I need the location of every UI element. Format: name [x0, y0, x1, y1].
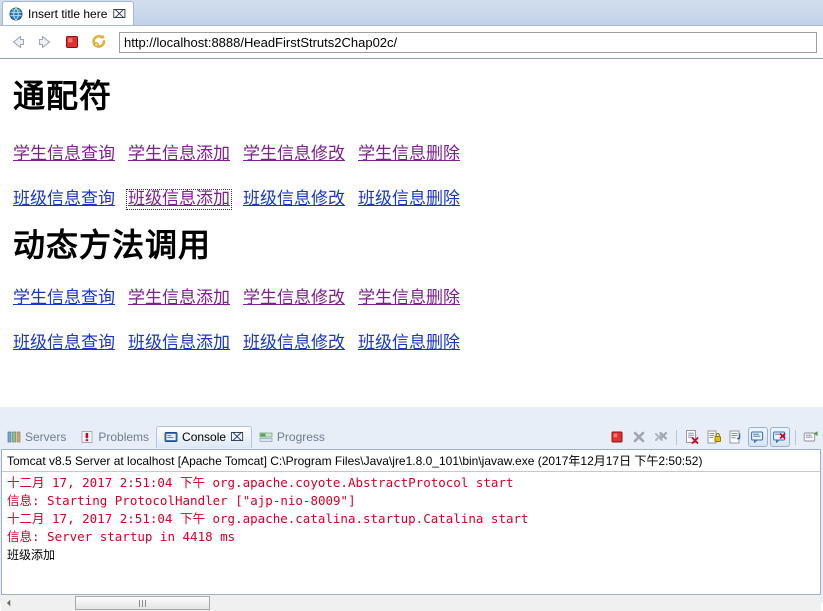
close-icon[interactable]: ⌧: [112, 8, 126, 20]
grip-line: [139, 599, 140, 607]
link-wildcard-student-add[interactable]: 学生信息添加: [128, 145, 230, 163]
console-view-part: Servers Problems Console ⌧ Progress Tomc…: [0, 419, 823, 611]
editor-tab-strip: Insert title here ⌧: [0, 0, 823, 25]
link-dmi-student-add[interactable]: 学生信息添加: [128, 290, 230, 307]
console-toolbar: [607, 425, 821, 449]
refresh-icon[interactable]: [89, 32, 109, 52]
link-dmi-class-delete[interactable]: 班级信息删除: [358, 335, 460, 352]
link-row-wildcard-student: 学生信息查询 学生信息添加 学生信息修改 学生信息删除: [13, 145, 815, 163]
editor-tab-label: Insert title here: [28, 6, 108, 21]
link-row-dmi-student: 学生信息查询 学生信息添加 学生信息修改 学生信息删除: [13, 290, 815, 307]
console-log-line: 信息: Server startup in 4418 ms: [7, 529, 236, 544]
scroll-left-icon[interactable]: [1, 595, 17, 611]
tab-problems-label: Problems: [98, 430, 150, 444]
link-wildcard-student-update[interactable]: 学生信息修改: [243, 145, 345, 163]
eclipse-window: Insert title here ⌧ http://localhost:888…: [0, 0, 823, 611]
editor-console-sash[interactable]: [0, 407, 823, 419]
scrollbar-thumb[interactable]: [75, 596, 210, 610]
toolbar-separator: [676, 429, 677, 445]
url-input[interactable]: [119, 31, 817, 53]
link-wildcard-class-delete[interactable]: 班级信息删除: [358, 190, 460, 208]
page-heading-wildcard: 通配符: [13, 77, 113, 115]
console-log-line: 信息: Starting ProtocolHandler ["ajp-nio-8…: [7, 493, 356, 508]
tab-progress-label: Progress: [276, 430, 325, 444]
link-wildcard-class-query[interactable]: 班级信息查询: [13, 190, 115, 208]
close-icon[interactable]: ⌧: [230, 431, 244, 443]
browser-toolbar: [0, 25, 823, 58]
console-log-line: 十二月 17, 2017 2:51:04 下午 org.apache.coyot…: [7, 475, 514, 490]
link-row-wildcard-class: 班级信息查询 班级信息添加 班级信息修改 班级信息删除: [13, 188, 815, 210]
console-horizontal-scrollbar[interactable]: [1, 595, 821, 611]
remove-all-terminated-button[interactable]: [651, 427, 671, 447]
tab-progress[interactable]: Progress: [252, 426, 332, 448]
toolbar-separator: [795, 429, 796, 445]
console-log-line: 班级添加: [7, 548, 56, 562]
pin-console-button[interactable]: [748, 427, 768, 447]
progress-icon: [259, 430, 273, 444]
back-icon[interactable]: [8, 32, 28, 52]
problems-icon: [80, 430, 94, 444]
link-row-dmi-class: 班级信息查询 班级信息添加 班级信息修改 班级信息删除: [13, 335, 815, 352]
open-console-button[interactable]: [801, 427, 821, 447]
grip-line: [142, 599, 143, 607]
link-dmi-class-update[interactable]: 班级信息修改: [243, 335, 345, 352]
console-log-lines: 十二月 17, 2017 2:51:04 下午 org.apache.coyot…: [2, 472, 820, 564]
servers-icon: [7, 430, 21, 444]
link-wildcard-student-delete[interactable]: 学生信息删除: [358, 145, 460, 163]
link-dmi-class-add[interactable]: 班级信息添加: [128, 335, 230, 352]
console-output-area[interactable]: Tomcat v8.5 Server at localhost [Apache …: [1, 449, 821, 595]
tab-servers[interactable]: Servers: [0, 426, 73, 448]
tab-console[interactable]: Console ⌧: [156, 426, 252, 448]
globe-icon: [9, 7, 23, 21]
link-dmi-student-query[interactable]: 学生信息查询: [13, 290, 115, 307]
display-selected-console-button[interactable]: [770, 427, 790, 447]
editor-tab-browser[interactable]: Insert title here ⌧: [2, 1, 135, 25]
forward-icon[interactable]: [35, 32, 55, 52]
link-wildcard-class-add[interactable]: 班级信息添加: [126, 188, 232, 210]
web-page-content: 通配符 学生信息查询 学生信息添加 学生信息修改 学生信息删除 班级信息查询 班级信息添…: [0, 58, 823, 408]
remove-launch-button[interactable]: [629, 427, 649, 447]
tab-servers-label: Servers: [25, 430, 67, 444]
terminate-button[interactable]: [607, 427, 627, 447]
console-process-header: Tomcat v8.5 Server at localhost [Apache …: [2, 450, 820, 472]
link-wildcard-class-update[interactable]: 班级信息修改: [243, 190, 345, 208]
internal-browser-editor: Insert title here ⌧ http://localhost:888…: [0, 0, 823, 419]
word-wrap-button[interactable]: [726, 427, 746, 447]
scrollbar-track[interactable]: [17, 595, 821, 611]
tab-problems[interactable]: Problems: [73, 426, 156, 448]
clear-console-button[interactable]: [682, 427, 702, 447]
tab-console-label: Console: [182, 430, 227, 444]
link-wildcard-student-query[interactable]: 学生信息查询: [13, 145, 115, 163]
page-heading-dmi: 动态方法调用: [13, 225, 212, 264]
link-dmi-student-delete[interactable]: 学生信息删除: [358, 290, 460, 307]
console-icon: [164, 430, 178, 444]
scroll-lock-button[interactable]: [704, 427, 724, 447]
link-dmi-class-query[interactable]: 班级信息查询: [13, 335, 115, 352]
console-log-line: 十二月 17, 2017 2:51:04 下午 org.apache.catal…: [7, 511, 529, 526]
stop-icon[interactable]: [62, 32, 82, 52]
link-dmi-student-update[interactable]: 学生信息修改: [243, 290, 345, 307]
grip-line: [145, 599, 146, 607]
